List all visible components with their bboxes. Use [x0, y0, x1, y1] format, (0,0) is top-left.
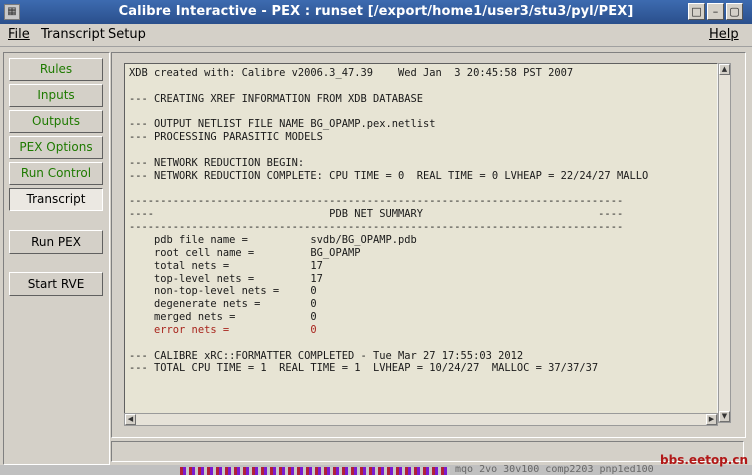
transcript-line: total nets = 17: [129, 259, 323, 272]
transcript-line: --- NETWORK REDUCTION BEGIN:: [129, 156, 305, 169]
sidebar-item-transcript[interactable]: Transcript: [9, 188, 103, 211]
horizontal-scrollbar[interactable]: ◀ ▶: [124, 413, 718, 426]
transcript-line: top-level nets = 17: [129, 272, 323, 285]
scroll-up-icon[interactable]: ▲: [719, 64, 730, 75]
transcript-line: XDB created with: Calibre v2006.3_47.39 …: [129, 67, 574, 79]
sidebar-item-pex-options[interactable]: PEX Options: [9, 136, 103, 159]
transcript-line: --- OUTPUT NETLIST FILE NAME BG_OPAMP.pe…: [129, 118, 436, 131]
run-pex-button[interactable]: Run PEX: [9, 230, 103, 254]
transcript-line: --- PROCESSING PARASITIC MODELS: [129, 131, 323, 144]
window-title: Calibre Interactive - PEX : runset [/exp…: [118, 4, 634, 19]
watermark: bbs.eetop.cn: [660, 453, 748, 467]
transcript-line: --- TOTAL CPU TIME = 1 REAL TIME = 1 LVH…: [129, 362, 599, 375]
scroll-right-icon[interactable]: ▶: [706, 414, 717, 425]
menu-help[interactable]: Help: [709, 27, 739, 42]
transcript-line: [129, 80, 648, 93]
transcript-line: degenerate nets = 0: [129, 298, 317, 311]
transcript-line: [129, 183, 648, 196]
sidebar-item-inputs[interactable]: Inputs: [9, 84, 103, 107]
sidebar-item-outputs[interactable]: Outputs: [9, 110, 103, 133]
transcript-line: ---- PDB NET SUMMARY ----: [129, 208, 624, 221]
transcript-line: non-top-level nets = 0: [129, 285, 317, 298]
transcript-line: ----------------------------------------…: [129, 221, 624, 234]
start-rve-button[interactable]: Start RVE: [9, 272, 103, 296]
vertical-scrollbar[interactable]: ▲ ▼: [718, 63, 731, 423]
background-terminal-text: mqo 2vo 30v100 comp2203 pnp1ed100: [455, 465, 654, 475]
menu-file[interactable]: File: [8, 27, 30, 42]
transcript-line: pdb file name = svdb/BG_OPAMP.pdb: [129, 233, 417, 246]
sidebar-item-rules[interactable]: Rules: [9, 58, 103, 81]
transcript-line: --- CREATING XREF INFORMATION FROM XDB D…: [129, 92, 424, 105]
background-terminal-strip: mqo 2vo 30v100 comp2203 pnp1ed100: [0, 465, 752, 475]
menu-bar: File Transcript Setup Help: [0, 24, 752, 47]
transcript-line: [129, 337, 648, 350]
sidebar-item-run-control[interactable]: Run Control: [9, 162, 103, 185]
scroll-left-icon[interactable]: ◀: [125, 414, 136, 425]
menu-setup[interactable]: Setup: [108, 27, 146, 42]
transcript-panel: XDB created with: Calibre v2006.3_47.39 …: [111, 52, 746, 438]
background-terminal-bar: [180, 467, 450, 475]
transcript-textarea[interactable]: XDB created with: Calibre v2006.3_47.39 …: [124, 63, 718, 423]
transcript-line: ----------------------------------------…: [129, 195, 624, 208]
scroll-down-icon[interactable]: ▼: [719, 411, 730, 422]
transcript-line: error nets = 0: [129, 323, 317, 336]
transcript-line: [129, 106, 648, 119]
status-bar: [111, 441, 744, 462]
transcript-line: --- CALIBRE xRC::FORMATTER COMPLETED - T…: [129, 349, 524, 362]
title-bar: ▦ Calibre Interactive - PEX : runset [/e…: [0, 0, 752, 24]
transcript-line: merged nets = 0: [129, 311, 317, 324]
maximize-icon[interactable]: ▢: [726, 3, 743, 20]
transcript-line: root cell name = BG_OPAMP: [129, 246, 361, 259]
transcript-text: XDB created with: Calibre v2006.3_47.39 …: [129, 67, 648, 375]
minimize-icon[interactable]: –: [707, 3, 724, 20]
window-icon[interactable]: □: [688, 3, 705, 20]
menu-transcript[interactable]: Transcript: [41, 27, 105, 42]
transcript-line: --- NETWORK REDUCTION COMPLETE: CPU TIME…: [129, 169, 649, 182]
transcript-line: [129, 144, 648, 157]
sidebar: Rules Inputs Outputs PEX Options Run Con…: [3, 52, 110, 465]
